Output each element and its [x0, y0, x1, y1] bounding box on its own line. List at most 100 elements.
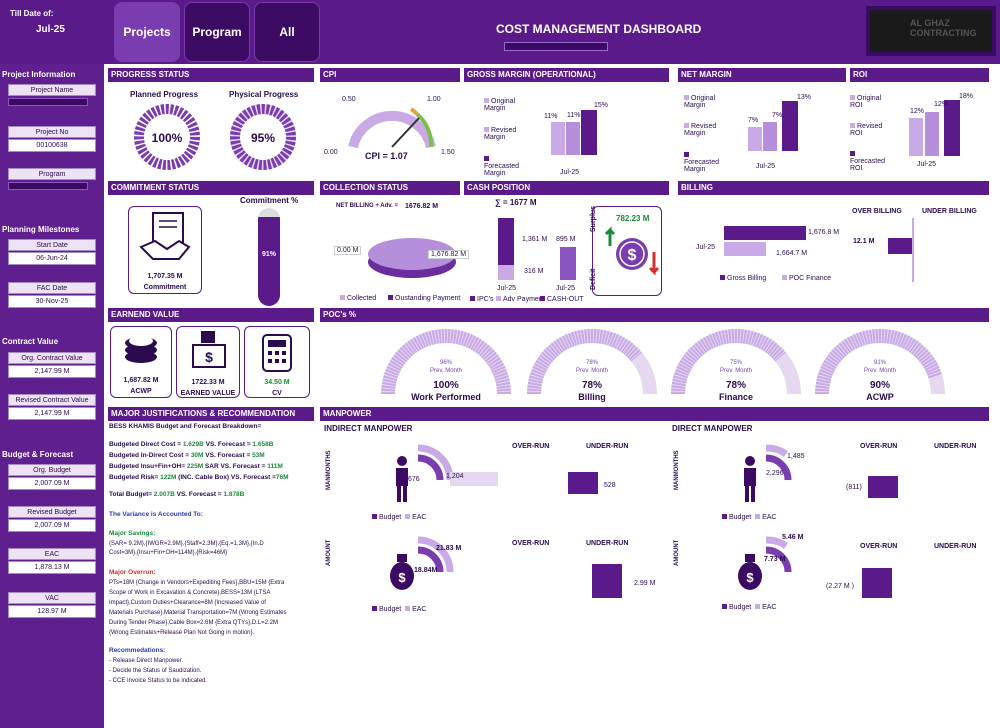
sidebar-contract-heading: Contract Value — [2, 337, 59, 346]
dir-mm-over-label: OVER-RUN — [860, 443, 898, 450]
roi-bar-revised — [925, 112, 939, 156]
savings-line-1: {SAR= 9.2M},{IWGR=2.9M},{Staff=2.3M},{Eq… — [109, 541, 264, 547]
budget-line: Budgeted Insu+Fin+OH= 225M SAR VS. Forec… — [109, 463, 283, 470]
ind-mm-budget-value: 676 — [408, 476, 420, 483]
program-value — [8, 182, 88, 190]
poc-value: 90% — [869, 380, 890, 391]
dir-mm-over-bar — [868, 476, 898, 498]
overrun-line: PTs=18M {Change in Vendors+Expediting Fe… — [109, 580, 285, 586]
dollar-coin-icon: $ — [604, 226, 660, 276]
tab-all[interactable]: All — [254, 2, 320, 62]
acwp-value: 1,687.82 M — [123, 377, 159, 384]
ind-manmonths-chart — [396, 444, 498, 502]
cpi-min-tick: 0.00 — [324, 149, 338, 156]
fac-date-value: 30-Nov-25 — [8, 295, 96, 308]
cash-legend-ipc: IPC's — [470, 296, 494, 303]
ind-amt-under-value: 2.99 M — [634, 580, 656, 587]
roi-value-original: 12% — [910, 108, 925, 115]
nm-value-forecast: 13% — [797, 94, 812, 101]
poc-gauge-work-performed: 96% Prev. Month 100% Work Performed — [376, 328, 516, 406]
poc-prev-label: Prev. Month — [576, 368, 608, 374]
nm-bar-revised — [763, 122, 777, 151]
till-date-value: Jul-25 — [36, 24, 65, 35]
gm-legend-forecast: Forecasted Margin — [484, 156, 524, 177]
indirect-manpower-heading: INDIRECT MANPOWER — [324, 424, 413, 433]
project-name-label: Project Name — [8, 84, 96, 96]
nm-legend-original: Original Margin — [684, 95, 716, 109]
poc-heading: POC's % — [320, 308, 989, 322]
sidebar-project-info-heading: Project Information — [2, 70, 76, 79]
tab-projects[interactable]: Projects — [114, 2, 180, 62]
progress-status-heading: PROGRESS STATUS — [108, 68, 314, 82]
savings-heading: Major Savings: — [109, 530, 156, 537]
ind-amount-label: AMOUNT — [326, 539, 332, 566]
physical-progress-label: Physical Progress — [229, 90, 299, 99]
contract-handshake-icon — [139, 212, 191, 260]
ind-mm-under-label: UNDER-RUN — [586, 443, 629, 450]
program-label: Program — [8, 168, 96, 180]
cash-bar-adv — [498, 265, 514, 280]
cv-label: CV — [272, 390, 282, 397]
start-date-value: 06-Jun-24 — [8, 252, 96, 265]
org-contract-label: Org. Contract Value — [8, 352, 96, 364]
cpi-heading: CPI — [320, 68, 460, 82]
earned-value-label: EARNED VALUE — [180, 390, 236, 397]
dir-mm-legend: Budget EAC — [722, 514, 776, 521]
planned-progress-value: 100% — [151, 131, 183, 145]
commitment-value: 1,707.35 M — [147, 273, 183, 280]
billing-bar-gross — [724, 226, 806, 240]
roi-legend-original: Original ROI — [850, 95, 882, 109]
sidebar-budget-heading: Budget & Forecast — [2, 450, 74, 459]
cpi-high-tick: 1.00 — [427, 96, 441, 103]
cash-ipc-value: 1,361 M — [522, 236, 548, 243]
surplus-label: Surplus — [590, 205, 597, 232]
dir-mm-budget-value: 2,296 — [766, 470, 784, 477]
net-billing-value: 1676.82 M — [405, 203, 439, 210]
eac-value: 1,878.13 M — [8, 561, 96, 574]
under-billing-label: UNDER BILLING — [922, 208, 977, 215]
overrun-line: Impact},Custom Duties+Clearance=8M {Incr… — [109, 600, 266, 606]
gm-value-forecast: 15% — [594, 102, 609, 109]
collected-value: 0.00 M — [334, 246, 362, 255]
over-billing-label: OVER BILLING — [852, 208, 902, 215]
nm-legend-forecast: Forecasted Margin — [684, 152, 724, 173]
cash-adv-value: 316 M — [524, 268, 544, 275]
overrun-line: Materials Purchase},Material Transportat… — [109, 610, 287, 616]
tab-program[interactable]: Program — [184, 2, 250, 62]
commitment-pct-value: 91% — [261, 251, 276, 258]
direct-manpower-heading: DIRECT MANPOWER — [672, 424, 753, 433]
nm-bar-original — [748, 127, 762, 151]
fac-date-label: FAC Date — [8, 282, 96, 294]
recommendation-line: - Release Direct Manpower. — [109, 658, 184, 664]
savings-line-2: Cost=3M},{Insu+Fin+OH=114M},{Risk=46M} — [109, 550, 228, 556]
company-logo: AL GHAZ CONTRACTING — [866, 6, 996, 56]
ind-amt-legend: Budget EAC — [372, 606, 426, 613]
acwp-card: 1,687.82 M ACWP — [110, 326, 172, 398]
poc-prev-label: Prev. Month — [430, 368, 462, 374]
variance-heading: The Variance is Accounted To: — [109, 511, 203, 518]
commitment-pct-label: Commitment % — [240, 196, 299, 205]
deficit-label: Deficit — [590, 268, 597, 290]
roi-value-forecast: 18% — [959, 93, 974, 100]
cash-sum: ∑ = 1677 M — [495, 198, 537, 207]
ind-amt-over-label: OVER-RUN — [512, 540, 550, 547]
poc-prev-label: Prev. Month — [720, 368, 752, 374]
roi-bar-original — [909, 118, 923, 156]
page-title: COST MANAGEMENT DASHBOARD — [496, 22, 702, 36]
dir-mm-under-label: UNDER-RUN — [934, 443, 977, 450]
gm-bar-forecast — [581, 110, 597, 155]
ind-mm-over-label: OVER-RUN — [512, 443, 550, 450]
rev-budget-value: 2,007.09 M — [8, 519, 96, 532]
poc-label: Billing — [578, 392, 606, 402]
gm-bar-original — [551, 122, 565, 155]
ind-manmonths-label: MANMONTHS — [326, 450, 332, 490]
gm-bar-revised — [566, 122, 580, 155]
earned-value-heading: EARNEND VALUE — [108, 308, 314, 322]
roi-legend-forecast: Forecasted ROI — [850, 151, 886, 172]
svg-text:$: $ — [398, 570, 406, 585]
nm-value-original: 7% — [748, 117, 759, 124]
cash-legend-out: CASH-OUT — [540, 296, 584, 303]
earned-value-value: 1722.33 M — [191, 379, 225, 386]
cash-x2: Jul-25 — [556, 285, 576, 292]
collection-legend-collected: Collected — [340, 295, 376, 302]
